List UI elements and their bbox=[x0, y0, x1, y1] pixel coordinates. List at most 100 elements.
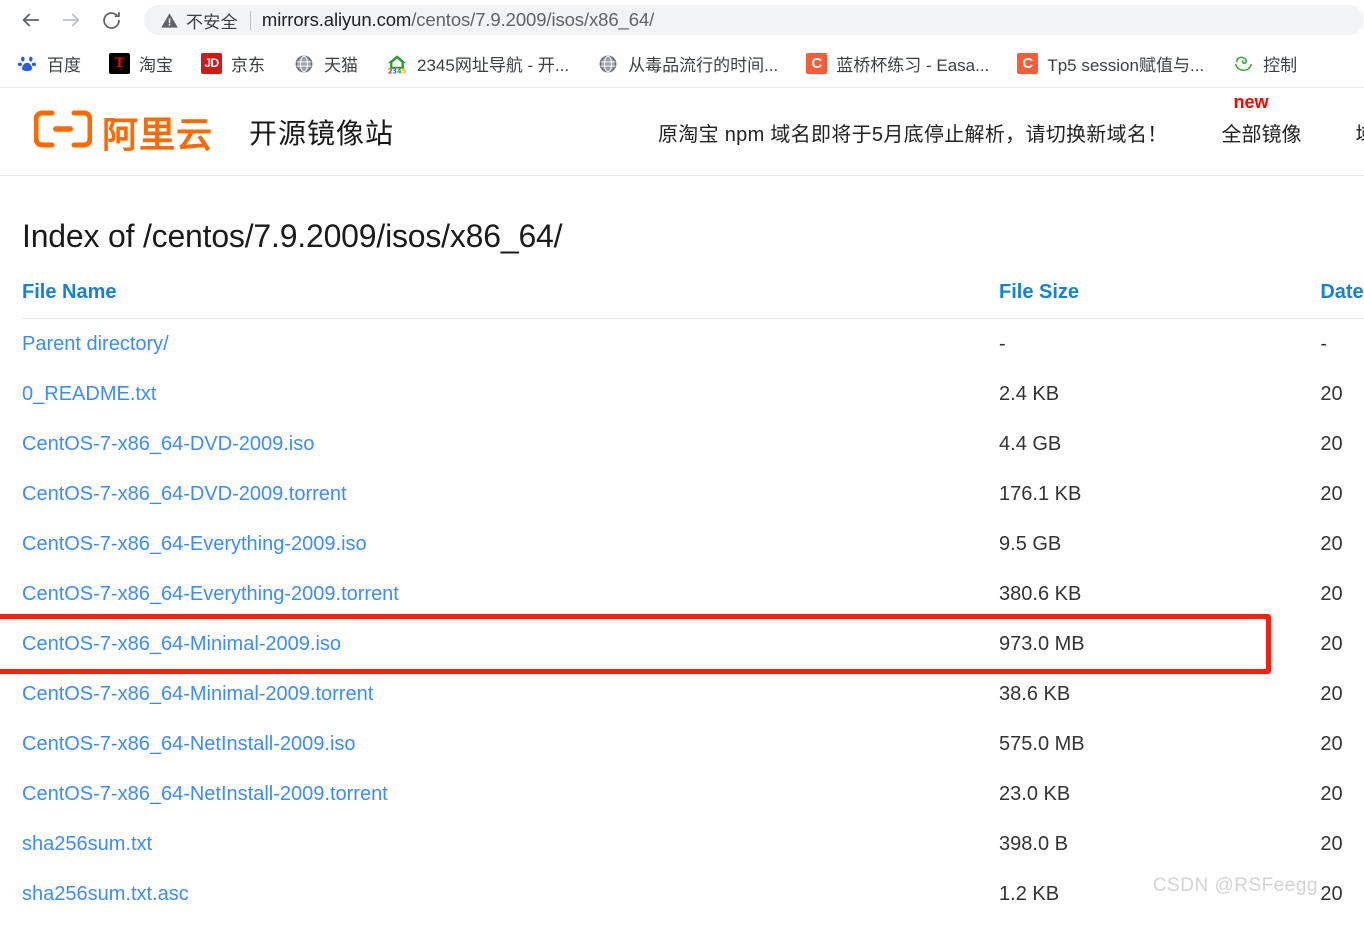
bookmark-label: 控制 bbox=[1263, 56, 1298, 75]
security-status-label: 不安全 bbox=[186, 12, 238, 32]
table-row: CentOS-7-x86_64-DVD-2009.torrent 176.1 K… bbox=[22, 469, 1364, 519]
column-header-file-size[interactable]: File Size bbox=[999, 277, 1321, 319]
reload-icon bbox=[101, 10, 122, 31]
omnibox-divider bbox=[249, 10, 251, 30]
page-title: Index of /centos/7.9.2009/isos/x86_64/ bbox=[22, 218, 563, 254]
table-row: Parent directory/ - - bbox=[22, 319, 1364, 370]
url-host: mirrors.aliyun.com bbox=[261, 9, 412, 30]
file-size: 9.5 GB bbox=[999, 533, 1062, 555]
table-row: CentOS-7-x86_64-DVD-2009.iso 4.4 GB 20 bbox=[22, 419, 1364, 469]
forward-arrow-icon bbox=[60, 9, 82, 31]
browser-chrome: 不安全 mirrors.aliyun.com/centos/7.9.2009/i… bbox=[0, 0, 1364, 88]
browser-toolbar: 不安全 mirrors.aliyun.com/centos/7.9.2009/i… bbox=[0, 0, 1364, 40]
aliyun-logo-text: 阿里云 bbox=[102, 114, 214, 156]
bookmark-tp5-session[interactable]: C Tp5 session赋值与... bbox=[1015, 47, 1206, 81]
globe-icon bbox=[597, 53, 619, 75]
table-row: CentOS-7-x86_64-Minimal-2009.torrent 38.… bbox=[22, 669, 1364, 719]
file-date: 20 bbox=[1320, 433, 1343, 455]
table-row: sha256sum.txt 398.0 B 20 bbox=[22, 819, 1364, 869]
reload-button[interactable] bbox=[94, 3, 128, 37]
file-link-everything-iso[interactable]: CentOS-7-x86_64-Everything-2009.iso bbox=[22, 533, 367, 555]
table-row: CentOS-7-x86_64-NetInstall-2009.iso 575.… bbox=[22, 719, 1364, 769]
table-row: CentOS-7-x86_64-NetInstall-2009.torrent … bbox=[22, 769, 1364, 819]
bookmark-label: Tp5 session赋值与... bbox=[1047, 56, 1205, 75]
file-size: 23.0 KB bbox=[999, 783, 1071, 805]
file-date: - bbox=[1320, 333, 1327, 355]
file-link-dvd-torrent[interactable]: CentOS-7-x86_64-DVD-2009.torrent bbox=[22, 483, 347, 505]
file-date: 20 bbox=[1320, 733, 1343, 755]
bookmark-label: 京东 bbox=[231, 56, 265, 75]
file-size: 176.1 KB bbox=[999, 483, 1082, 505]
table-row: CentOS-7-x86_64-Everything-2009.torrent … bbox=[22, 569, 1364, 619]
table-header-row: File Name File Size Date bbox=[22, 277, 1364, 319]
bookmark-2345[interactable]: 2345 2345网址导航 - 开... bbox=[384, 47, 571, 81]
bookmark-label: 从毒品流行的时间... bbox=[628, 56, 779, 75]
nav-domain[interactable]: 域名 bbox=[1356, 118, 1364, 147]
2345-house-icon: 2345 bbox=[386, 53, 408, 75]
file-date: 20 bbox=[1320, 833, 1343, 855]
table-row: 0_README.txt 2.4 KB 20 bbox=[22, 369, 1364, 419]
back-arrow-icon bbox=[20, 9, 42, 31]
svg-text:2345: 2345 bbox=[388, 67, 407, 74]
bookmark-lanqiaobei[interactable]: C 蓝桥杯练习 - Easa... bbox=[804, 47, 991, 81]
bookmark-jd[interactable]: JD 京东 bbox=[199, 47, 267, 81]
watermark-text: CSDN @RSFeegg bbox=[1152, 875, 1318, 896]
url-text: mirrors.aliyun.com/centos/7.9.2009/isos/… bbox=[262, 9, 654, 31]
bookmark-label: 蓝桥杯练习 - Easa... bbox=[836, 56, 990, 75]
file-size: 398.0 B bbox=[999, 833, 1068, 855]
column-header-date[interactable]: Date bbox=[1320, 277, 1364, 319]
bookmark-tmall[interactable]: 天猫 bbox=[291, 47, 360, 81]
file-link-everything-torrent[interactable]: CentOS-7-x86_64-Everything-2009.torrent bbox=[22, 583, 399, 605]
file-size: 575.0 MB bbox=[999, 733, 1085, 755]
file-size: 38.6 KB bbox=[999, 683, 1071, 705]
file-link-dvd-iso[interactable]: CentOS-7-x86_64-DVD-2009.iso bbox=[22, 433, 314, 455]
file-link-netinstall-torrent[interactable]: CentOS-7-x86_64-NetInstall-2009.torrent bbox=[22, 783, 388, 805]
file-listing-table: File Name File Size Date Parent director… bbox=[22, 277, 1364, 919]
bookmark-label: 2345网址导航 - 开... bbox=[417, 56, 570, 75]
bookmark-baidu[interactable]: 百度 bbox=[14, 47, 83, 81]
forward-button[interactable] bbox=[54, 3, 88, 37]
baidu-paw-icon bbox=[16, 53, 38, 75]
file-link-sha256sum[interactable]: sha256sum.txt bbox=[22, 833, 152, 855]
page-content: Index of /centos/7.9.2009/isos/x86_64/ F… bbox=[0, 218, 1364, 919]
bookmark-drug-article[interactable]: 从毒品流行的时间... bbox=[595, 47, 780, 81]
bookmarks-bar: 百度 T 淘宝 JD 京东 天猫 2345 2345网址导航 - 开... 从毒… bbox=[0, 40, 1364, 88]
header-notice: 原淘宝 npm 域名即将于5月底停止解析，请切换新域名！ bbox=[658, 123, 1168, 146]
bookmark-label: 百度 bbox=[47, 56, 81, 75]
warning-triangle-icon bbox=[160, 11, 179, 30]
column-header-file-name[interactable]: File Name bbox=[22, 277, 1000, 319]
table-header: File Name File Size Date bbox=[22, 277, 1364, 319]
file-link-minimal-torrent[interactable]: CentOS-7-x86_64-Minimal-2009.torrent bbox=[22, 683, 373, 705]
url-path: /centos/7.9.2009/isos/x86_64/ bbox=[411, 9, 655, 30]
nav-link-label: 全部镜像 bbox=[1221, 123, 1302, 146]
aliyun-logo-link[interactable]: 阿里云 bbox=[33, 106, 214, 158]
jd-icon: JD bbox=[201, 53, 222, 74]
table-body: Parent directory/ - - 0_README.txt 2.4 K… bbox=[22, 319, 1364, 920]
file-size: 973.0 MB bbox=[999, 633, 1085, 655]
file-date: 20 bbox=[1320, 383, 1343, 405]
bookmark-console[interactable]: 控制 bbox=[1230, 47, 1299, 81]
file-date: 20 bbox=[1320, 483, 1343, 505]
taobao-icon: T bbox=[109, 53, 130, 74]
table-row: CentOS-7-x86_64-Everything-2009.iso 9.5 … bbox=[22, 519, 1364, 569]
file-size: 4.4 GB bbox=[999, 433, 1062, 455]
bookmark-label: 天猫 bbox=[324, 56, 358, 75]
back-button[interactable] bbox=[14, 3, 48, 37]
address-bar[interactable]: 不安全 mirrors.aliyun.com/centos/7.9.2009/i… bbox=[144, 5, 1364, 35]
file-link-sha256sum-asc[interactable]: sha256sum.txt.asc bbox=[22, 883, 189, 905]
file-size: - bbox=[999, 333, 1006, 355]
file-link-parent-directory[interactable]: Parent directory/ bbox=[22, 333, 169, 355]
csdn-c-icon: C bbox=[1017, 53, 1039, 74]
file-link-minimal-iso[interactable]: CentOS-7-x86_64-Minimal-2009.iso bbox=[22, 633, 341, 655]
file-link-readme[interactable]: 0_README.txt bbox=[22, 383, 156, 405]
globe-icon bbox=[293, 53, 315, 75]
file-date: 20 bbox=[1320, 683, 1343, 705]
table-row-highlighted: CentOS-7-x86_64-Minimal-2009.iso 973.0 M… bbox=[22, 619, 1364, 669]
nav-all-mirrors[interactable]: new 全部镜像 bbox=[1221, 92, 1302, 147]
file-link-netinstall-iso[interactable]: CentOS-7-x86_64-NetInstall-2009.iso bbox=[22, 733, 356, 755]
bookmark-taobao[interactable]: T 淘宝 bbox=[107, 47, 175, 81]
file-date: 20 bbox=[1320, 783, 1343, 805]
site-header: 阿里云 开源镜像站 原淘宝 npm 域名即将于5月底停止解析，请切换新域名！ n… bbox=[0, 88, 1364, 176]
file-date: 20 bbox=[1320, 533, 1343, 555]
nav-link-label: 域名 bbox=[1356, 124, 1364, 146]
